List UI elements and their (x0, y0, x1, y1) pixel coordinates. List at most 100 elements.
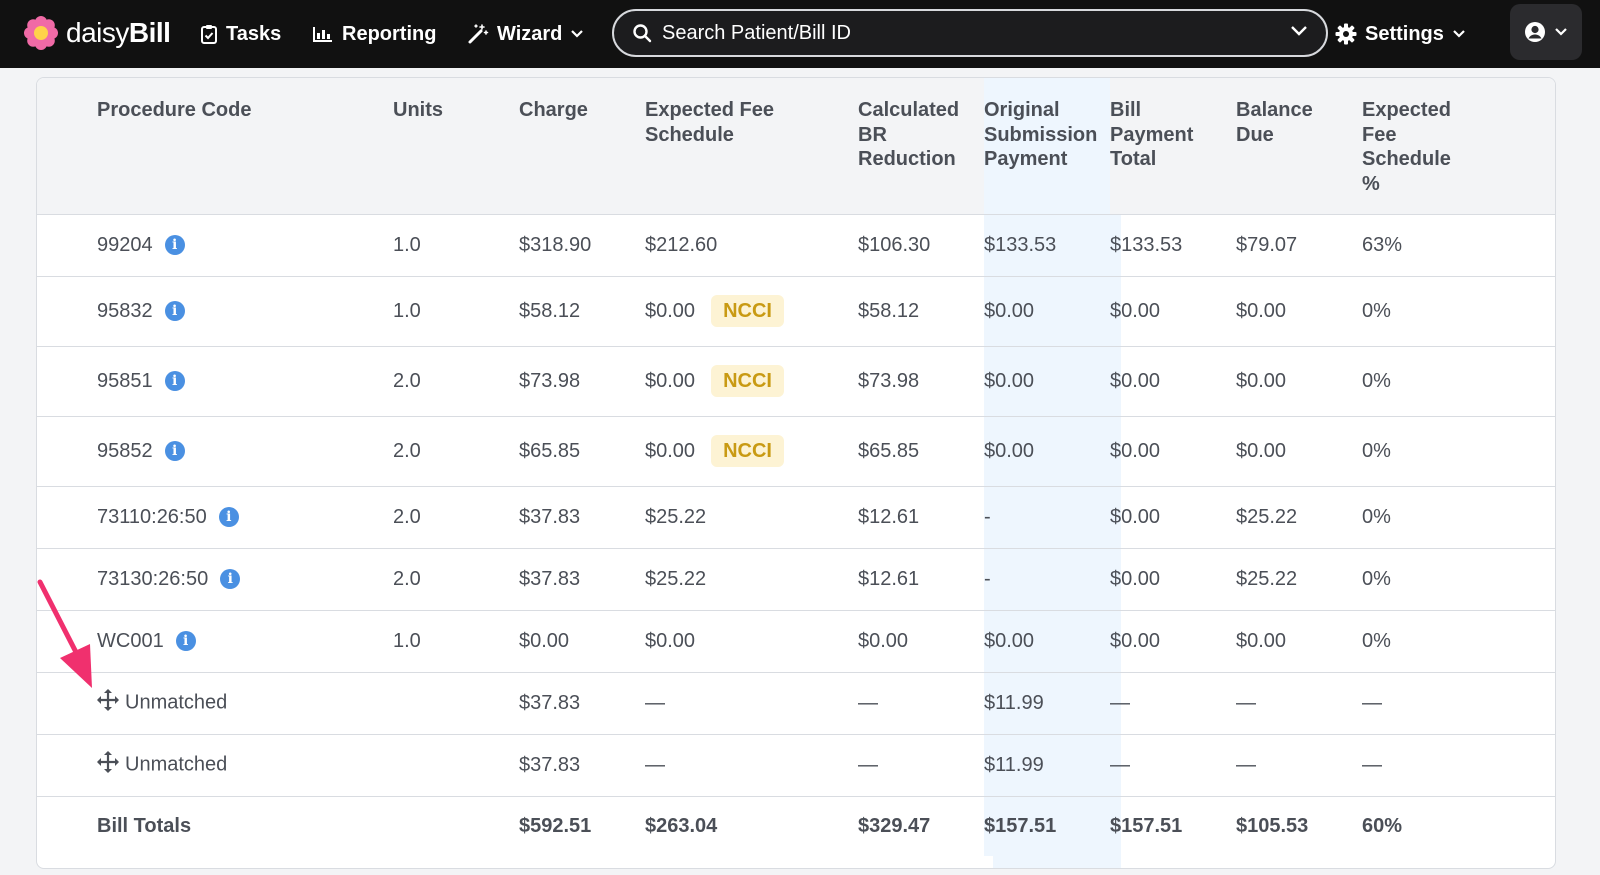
nav-tasks[interactable]: Tasks (200, 18, 281, 50)
bill-payment-total-cell: $133.53 (1110, 214, 1236, 276)
expected-fee-cell-value: $0.00 (645, 629, 696, 652)
table-row: 73130:26:50 i 2.0 $37.83 $25.22 $12.61 - $0.00 $… (37, 548, 1555, 610)
user-circle-icon (1525, 22, 1545, 42)
total-br-reduction-cell: $329.47 (858, 796, 984, 856)
column-header-text: Payment (984, 148, 1068, 170)
bill-payment-total-cell: $0.00 (1110, 416, 1236, 486)
br-reduction-cell: $12.61 (858, 486, 984, 548)
expected-pct-cell: 0% (1362, 486, 1555, 548)
bill-payment-total-cell: — (1110, 734, 1236, 796)
chevron-down-icon[interactable] (1290, 25, 1308, 37)
table-header-row: Procedure Code Units Charge Expected Fee Sch… (37, 78, 1555, 214)
info-icon[interactable]: i (164, 371, 185, 391)
column-header-text: Fee (1362, 123, 1397, 146)
balance-due-cell-value: — (1236, 691, 1256, 714)
units-cell: 2.0 (393, 346, 519, 416)
expected-pct-cell: 0% (1362, 610, 1555, 672)
search-input[interactable] (662, 21, 1272, 45)
column-header-text: Calculated (858, 99, 960, 121)
bill-totals-label-cell-value: Bill Totals (97, 814, 192, 837)
nav-reporting[interactable]: Reporting (312, 18, 436, 50)
total-original-payment-cell-value: $157.51 (984, 814, 1057, 837)
total-expected-fee-cell: $263.04 (645, 796, 858, 856)
charge-cell: $0.00 (519, 610, 645, 672)
br-reduction-cell-value: — (858, 753, 878, 776)
balance-due-cell: $0.00 (1236, 610, 1362, 672)
info-icon[interactable]: i (218, 507, 239, 527)
drag-move-icon[interactable] (97, 689, 119, 717)
bill-payment-total-cell: $0.00 (1110, 276, 1236, 346)
expected-pct-cell: 63% (1362, 214, 1555, 276)
info-icon[interactable]: i (164, 441, 185, 461)
bill-payment-total-cell: $0.00 (1110, 610, 1236, 672)
charge-cell-value: $37.83 (519, 691, 581, 714)
charge-cell: $37.83 (519, 548, 645, 610)
column-header-text: Total (1110, 148, 1157, 170)
info-icon[interactable]: i (164, 301, 185, 321)
charge-cell-value: $318.90 (519, 233, 592, 256)
charge-cell-value: $73.98 (519, 369, 581, 392)
units-cell: 1.0 (393, 276, 519, 346)
units-cell: 2.0 (393, 548, 519, 610)
chevron-down-icon (1555, 28, 1567, 36)
column-header-calculated-br-reduction: Calculated BR Reduction (858, 78, 984, 214)
info-icon[interactable]: i (220, 569, 241, 589)
expected-pct-cell-value: 63% (1362, 233, 1403, 256)
unmatched-row[interactable]: Unmatched $37.83 — — $11.99 — — — (37, 734, 1555, 796)
user-account-menu[interactable] (1510, 4, 1582, 60)
bill-payment-total-cell: $0.00 (1110, 346, 1236, 416)
unmatched-row[interactable]: Unmatched $37.83 — — $11.99 — — — (37, 672, 1555, 734)
bill-payment-total-cell-value: — (1110, 691, 1130, 714)
bar-chart-icon (313, 27, 332, 42)
expected-fee-cell-value: $25.22 (645, 567, 707, 590)
procedure-code: 99204 i (97, 234, 185, 257)
column-header-text: Due (1236, 123, 1274, 146)
column-header-text: Original (984, 99, 1060, 121)
balance-due-cell-value: $79.07 (1236, 233, 1298, 256)
clipboard-check-icon (201, 25, 217, 44)
original-payment-cell-value: $133.53 (984, 233, 1057, 256)
column-header-expected-fee-schedule-pct: Expected Fee Schedule% (1362, 78, 1555, 214)
search-icon (633, 24, 652, 43)
expected-fee-cell: — (645, 734, 858, 796)
info-icon[interactable]: i (175, 631, 196, 651)
charge-cell-value: $58.12 (519, 299, 581, 322)
table-row: 95851 i 2.0 $73.98 $0.00 NCCI $73.98 $0.00 $0.00… (37, 346, 1555, 416)
units-cell (393, 796, 519, 856)
expected-fee-cell: — (645, 672, 858, 734)
daisybill-logo[interactable]: daisyBill (24, 16, 171, 50)
column-header-balance-due: Balance Due (1236, 78, 1362, 214)
expected-fee-cell-value: $25.22 (645, 505, 707, 528)
br-reduction-cell-value: $12.61 (858, 505, 920, 528)
column-header-text: Payment (1110, 123, 1194, 146)
procedure-code-text: 95832 (97, 299, 153, 322)
procedure-code: 73130:26:50 i (97, 568, 241, 591)
procedure-code-text: 95852 (97, 439, 153, 462)
charge-cell-value: $37.83 (519, 753, 581, 776)
expected-pct-cell-value: — (1362, 691, 1382, 714)
charge-cell: $65.85 (519, 416, 645, 486)
br-reduction-cell: $0.00 (858, 610, 984, 672)
column-header-text: Submission (984, 123, 1098, 146)
expected-fee-cell-value: $0.00 (645, 300, 696, 322)
search-bar[interactable] (612, 9, 1328, 57)
balance-due-cell-value: $0.00 (1236, 369, 1287, 392)
br-reduction-cell: $73.98 (858, 346, 984, 416)
balance-due-cell: $25.22 (1236, 548, 1362, 610)
table-row: WC001 i 1.0 $0.00 $0.00 $0.00 $0.00 $0.00 $0.00 0… (37, 610, 1555, 672)
drag-move-icon[interactable] (97, 751, 119, 779)
expected-pct-cell-value: 0% (1362, 299, 1391, 322)
info-icon[interactable]: i (164, 235, 185, 255)
charge-cell: $58.12 (519, 276, 645, 346)
charge-cell-value: $37.83 (519, 567, 581, 590)
table-row: 95852 i 2.0 $65.85 $0.00 NCCI $65.85 $0.00 $0.00… (37, 416, 1555, 486)
units-cell: 1.0 (393, 610, 519, 672)
units-cell-value: 1.0 (393, 233, 421, 256)
nav-settings-dropdown[interactable]: Settings (1335, 18, 1466, 50)
expected-pct-cell-value: 0% (1362, 567, 1391, 590)
annotation-arrow-icon (37, 579, 92, 688)
nav-wizard-dropdown[interactable]: Wizard (467, 18, 584, 50)
total-expected-fee-cell-value: $263.04 (645, 814, 718, 837)
chevron-down-icon (1453, 30, 1465, 38)
column-header-original-submission-payment: Original Submission Payment (984, 78, 1110, 214)
